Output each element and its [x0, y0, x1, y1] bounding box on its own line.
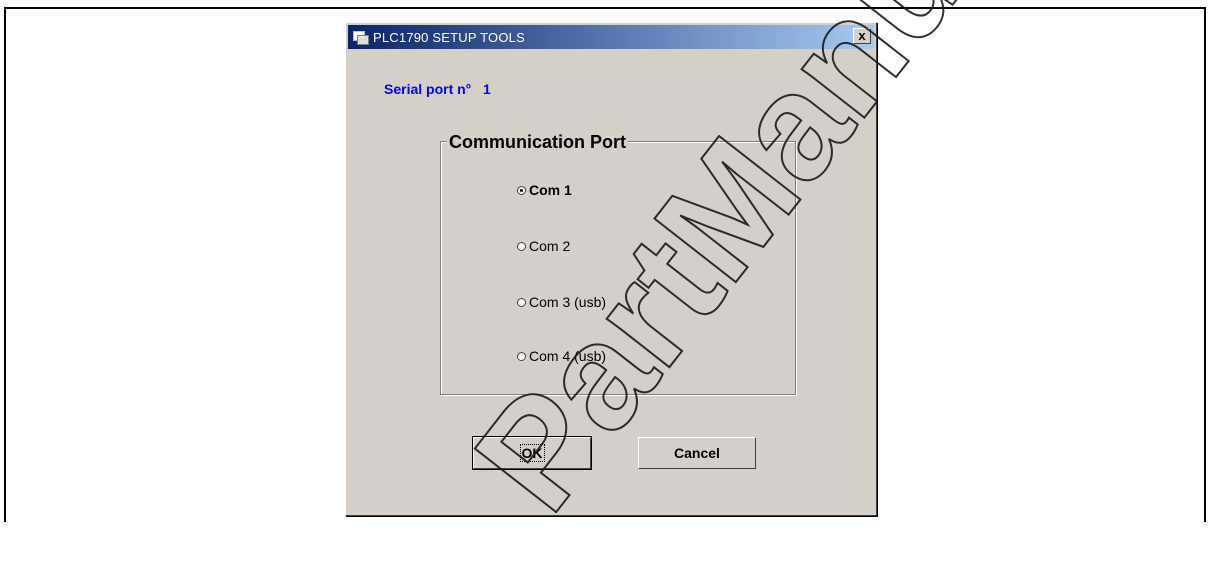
radio-com1[interactable]: Com 1 — [517, 182, 572, 198]
app-window-icon — [353, 30, 369, 45]
group-title: Communication Port — [447, 132, 629, 153]
radio-label: Com 3 (usb) — [529, 294, 607, 310]
radio-unselected-icon — [517, 297, 526, 307]
cancel-button-label: Cancel — [674, 445, 720, 461]
ok-button-label: OK — [519, 444, 545, 462]
ok-button[interactable]: OK — [472, 436, 592, 470]
radio-com4[interactable]: Com 4 (usb) — [517, 348, 606, 364]
radio-label: Com 1 — [529, 182, 572, 198]
cancel-button[interactable]: Cancel — [638, 437, 756, 469]
close-button[interactable]: x — [853, 28, 871, 44]
communication-port-group: Communication Port Com 1 Com 2 Com 3 (us… — [440, 132, 796, 395]
radio-label: Com 4 (usb) — [529, 348, 607, 364]
radio-com3[interactable]: Com 3 (usb) — [517, 294, 606, 310]
radio-com2[interactable]: Com 2 — [517, 238, 570, 254]
setup-dialog: PLC1790 SETUP TOOLS x Serial port n° 1 C… — [345, 22, 877, 516]
radio-unselected-icon — [517, 351, 526, 361]
title-bar[interactable]: PLC1790 SETUP TOOLS x — [348, 25, 874, 49]
window-title: PLC1790 SETUP TOOLS — [373, 29, 525, 45]
radio-unselected-icon — [517, 241, 526, 251]
radio-label: Com 2 — [529, 238, 571, 254]
close-icon: x — [858, 28, 866, 43]
radio-selected-icon — [517, 185, 526, 195]
serial-port-label: Serial port n° 1 — [384, 81, 491, 97]
